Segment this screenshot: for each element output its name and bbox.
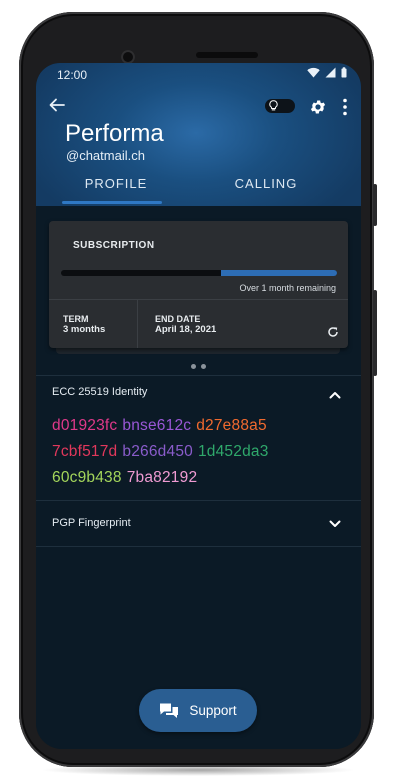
pager-dots: [191, 364, 206, 369]
status-bar: 12:00: [36, 63, 361, 85]
profile-name: Performa: [65, 120, 164, 147]
fingerprint-chunk: bnse612c: [122, 417, 192, 434]
subscription-progress-remaining: [221, 270, 337, 276]
fingerprint-line: 7cbf517d b266d450 1d452da3: [52, 439, 352, 465]
divider: [36, 546, 361, 547]
remaining-text: Over 1 month remaining: [239, 283, 336, 293]
power-button: [373, 184, 377, 226]
fingerprint-line: 60c9b438 7ba82192: [52, 465, 352, 491]
fingerprint-chunk: 7ba82192: [126, 469, 198, 486]
chevron-down-icon[interactable]: [328, 519, 342, 529]
wifi-icon: [307, 67, 320, 78]
gear-icon[interactable]: [309, 98, 327, 116]
volume-button: [373, 290, 377, 376]
fingerprint-chunk: 7cbf517d: [52, 443, 118, 460]
divider: [36, 500, 361, 501]
fingerprint-chunk: d27e88a5: [196, 417, 267, 434]
pager-dot: [191, 364, 196, 369]
back-arrow-icon[interactable]: [47, 95, 67, 115]
fingerprint-chunk: b266d450: [122, 443, 193, 460]
pgp-title[interactable]: PGP Fingerprint: [52, 517, 131, 529]
chat-bubbles-icon: [160, 703, 179, 718]
support-label: Support: [189, 703, 237, 718]
profile-handle: @chatmail.ch: [66, 148, 145, 163]
subscription-label: SUBSCRIPTION: [73, 240, 155, 251]
front-camera: [121, 50, 135, 64]
pager-dot: [201, 364, 206, 369]
subscription-progress-bar: [61, 270, 337, 276]
earpiece-speaker: [196, 52, 258, 58]
refresh-icon[interactable]: [327, 326, 339, 338]
subscription-card[interactable]: SUBSCRIPTION Over 1 month remaining TERM…: [49, 221, 348, 348]
profile-header: 12:00 Performa @chatmail.ch PROFILE CALL…: [36, 63, 361, 206]
divider: [36, 375, 361, 376]
column-divider: [137, 299, 138, 348]
end-date-value: April 18, 2021: [155, 324, 217, 335]
term-value: 3 months: [63, 324, 106, 335]
term-label: TERM: [63, 314, 89, 324]
fingerprint-chunk: d01923fc: [52, 417, 118, 434]
end-date-label: END DATE: [155, 314, 201, 324]
battery-icon: [341, 67, 347, 78]
signal-icon: [325, 67, 336, 78]
tab-profile[interactable]: PROFILE: [56, 176, 176, 191]
tab-indicator: [62, 201, 162, 204]
support-button[interactable]: Support: [139, 689, 257, 732]
tab-calling[interactable]: CALLING: [206, 176, 326, 191]
identity-title[interactable]: ECC 25519 Identity: [52, 386, 147, 398]
app-screen: 12:00 Performa @chatmail.ch PROFILE CALL…: [36, 63, 361, 749]
theme-toggle[interactable]: [265, 99, 295, 113]
profile-body: SUBSCRIPTION Over 1 month remaining TERM…: [36, 206, 361, 749]
more-vert-icon[interactable]: [340, 97, 350, 117]
lightbulb-icon: [269, 100, 278, 111]
fingerprint-line: d01923fc bnse612c d27e88a5: [52, 413, 352, 439]
fingerprint-chunk: 60c9b438: [52, 469, 122, 486]
status-time: 12:00: [57, 68, 88, 82]
chevron-up-icon[interactable]: [328, 390, 342, 400]
fingerprint-chunk: 1d452da3: [197, 443, 269, 460]
card-divider: [49, 299, 348, 300]
